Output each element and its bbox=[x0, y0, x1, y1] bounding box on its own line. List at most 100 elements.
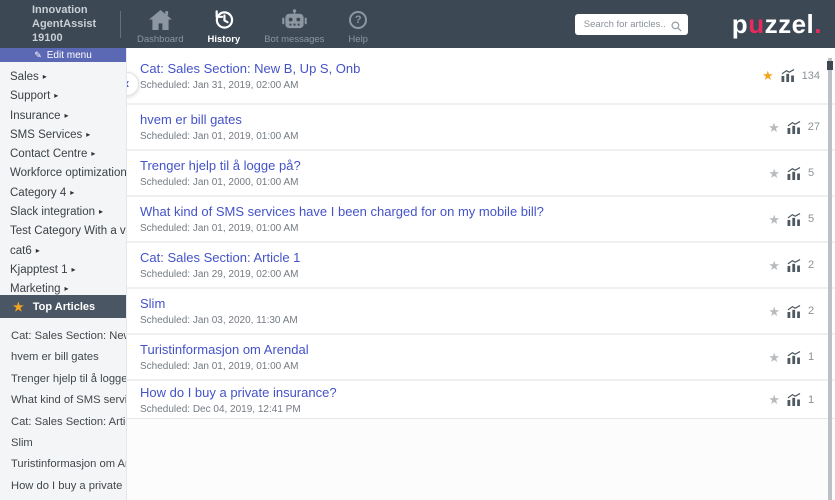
nav-help[interactable]: ? Help bbox=[348, 4, 368, 45]
article-stats: ★5 bbox=[768, 213, 820, 226]
nav-bot-messages[interactable]: Bot messages bbox=[264, 4, 324, 45]
edit-menu-button[interactable]: ✎ Edit menu bbox=[0, 48, 126, 62]
view-count: 2 bbox=[808, 259, 820, 271]
stats-chart-icon bbox=[787, 351, 801, 364]
article-title-link[interactable]: Turistinformasjon om Arendal bbox=[140, 342, 309, 357]
expand-arrow-icon: ▸ bbox=[54, 91, 58, 100]
home-icon bbox=[149, 9, 172, 32]
article-title-link[interactable]: What kind of SMS services have I been ch… bbox=[140, 204, 544, 219]
article-stats: ★2 bbox=[768, 305, 820, 318]
nav-dashboard[interactable]: Dashboard bbox=[137, 4, 183, 45]
category-label: Support bbox=[10, 90, 50, 102]
article-stats: ★5 bbox=[768, 167, 820, 180]
sidebar-category[interactable]: Insurance ▸ bbox=[10, 107, 126, 126]
category-label: cat6 bbox=[10, 245, 32, 257]
sidebar-category[interactable]: Contact Centre▸ bbox=[10, 145, 126, 164]
sidebar-category[interactable]: Workforce optimization▸ bbox=[10, 164, 126, 183]
article-row[interactable]: What kind of SMS services have I been ch… bbox=[127, 197, 835, 243]
favorite-star-icon[interactable]: ★ bbox=[768, 121, 780, 134]
app-title-line1: Innovation AgentAssist bbox=[32, 3, 120, 32]
category-label: Slack integration bbox=[10, 206, 95, 218]
article-info: What kind of SMS services have I been ch… bbox=[140, 204, 544, 234]
top-bar: Innovation AgentAssist 19100 Dashboard H… bbox=[0, 0, 835, 48]
article-title-link[interactable]: Slim bbox=[140, 296, 298, 311]
favorite-star-icon[interactable]: ★ bbox=[768, 259, 780, 272]
article-scheduled: Scheduled: Jan 01, 2019, 01:00 AM bbox=[140, 131, 298, 142]
article-title-link[interactable]: Cat: Sales Section: New B, Up S, Onb bbox=[140, 61, 360, 76]
expand-arrow-icon: ▸ bbox=[65, 111, 69, 120]
category-label: Category 4 bbox=[10, 187, 66, 199]
nav-history[interactable]: History bbox=[207, 4, 240, 45]
main-scrollbar[interactable] bbox=[828, 58, 832, 500]
logo-text: p bbox=[732, 9, 748, 39]
top-article-link[interactable]: Cat: Sales Section: New B, U... bbox=[11, 326, 126, 347]
article-scheduled: Scheduled: Jan 01, 2019, 01:00 AM bbox=[140, 361, 309, 372]
main-scrollbar-thumb[interactable] bbox=[827, 61, 833, 70]
sidebar-category[interactable]: Test Category With a very lo... bbox=[10, 222, 126, 241]
article-stats: ★2 bbox=[768, 259, 820, 272]
top-article-link[interactable]: hvem er bill gates bbox=[11, 347, 126, 368]
article-stats: ★ 134 bbox=[762, 69, 820, 82]
top-article-link[interactable]: Turistinformasjon om Arendal bbox=[11, 454, 126, 475]
sidebar-category[interactable]: Slack integration▸ bbox=[10, 203, 126, 222]
favorite-star-icon[interactable]: ★ bbox=[768, 213, 780, 226]
main-nav: Dashboard History Bot messages ? Help bbox=[137, 4, 368, 45]
article-title-link[interactable]: Trenger hjelp til å logge på? bbox=[140, 158, 301, 173]
top-article-link[interactable]: Slim bbox=[11, 433, 126, 454]
agent-assist-app: Innovation AgentAssist 19100 Dashboard H… bbox=[0, 0, 835, 500]
sidebar-category[interactable]: Support ▸ bbox=[10, 87, 126, 106]
category-label: Marketing bbox=[10, 283, 61, 295]
stats-chart-icon bbox=[787, 167, 801, 180]
article-row[interactable]: Trenger hjelp til å logge på?Scheduled: … bbox=[127, 151, 835, 197]
sidebar-category[interactable]: Marketing ▸ bbox=[10, 280, 126, 295]
article-panel: ‹ Cat: Sales Section: New B, Up S, OnbSc… bbox=[126, 48, 835, 500]
article-row[interactable]: Turistinformasjon om Arendal Scheduled: J… bbox=[127, 335, 835, 381]
favorite-star-icon[interactable]: ★ bbox=[768, 393, 780, 406]
expand-arrow-icon: ▸ bbox=[36, 246, 40, 255]
article-row[interactable]: How do I buy a private insurance? Schedul… bbox=[127, 381, 835, 419]
sidebar-category[interactable]: Sales ▸ bbox=[10, 68, 126, 87]
article-scheduled: Scheduled: Dec 04, 2019, 12:41 PM bbox=[140, 404, 337, 415]
top-article-link[interactable]: Cat: Sales Section: Article 1 bbox=[11, 412, 126, 433]
category-label: Workforce optimization bbox=[10, 167, 126, 179]
view-count: 1 bbox=[808, 394, 820, 406]
favorite-star-icon[interactable]: ★ bbox=[768, 351, 780, 364]
favorite-star-icon[interactable]: ★ bbox=[762, 69, 774, 82]
view-count: 134 bbox=[802, 70, 820, 82]
article-row[interactable]: Cat: Sales Section: Article 1Scheduled: … bbox=[127, 243, 835, 289]
category-label: SMS Services bbox=[10, 129, 82, 141]
logo-accent: u bbox=[748, 9, 764, 39]
stats-chart-icon bbox=[787, 259, 801, 272]
sidebar-category[interactable]: cat6 ▸ bbox=[10, 242, 126, 261]
top-article-link[interactable]: What kind of SMS services h... bbox=[11, 390, 126, 411]
category-label: Contact Centre bbox=[10, 148, 87, 160]
article-row[interactable]: SlimScheduled: Jan 03, 2020, 11:30 AM★2 bbox=[127, 289, 835, 335]
expand-arrow-icon: ▸ bbox=[43, 72, 47, 81]
top-article-link[interactable]: How do I buy a private insur... bbox=[11, 476, 126, 497]
article-title-link[interactable]: hvem er bill gates bbox=[140, 112, 298, 127]
nav-label: Dashboard bbox=[137, 34, 183, 45]
top-articles-title: Top Articles bbox=[33, 301, 95, 313]
category-label: Sales bbox=[10, 71, 39, 83]
article-title-link[interactable]: How do I buy a private insurance? bbox=[140, 385, 337, 400]
top-article-link[interactable]: Trenger hjelp til å logge på? bbox=[11, 369, 126, 390]
sidebar-category[interactable]: SMS Services▸ bbox=[10, 126, 126, 145]
favorite-star-icon[interactable]: ★ bbox=[768, 167, 780, 180]
article-title-link[interactable]: Cat: Sales Section: Article 1 bbox=[140, 250, 300, 265]
favorite-star-icon[interactable]: ★ bbox=[768, 305, 780, 318]
category-label: Insurance bbox=[10, 110, 61, 122]
expand-arrow-icon: ▸ bbox=[72, 265, 76, 274]
article-info: Trenger hjelp til å logge på?Scheduled: … bbox=[140, 158, 301, 188]
sidebar-category[interactable]: Kjapptest 1▸ bbox=[10, 261, 126, 280]
topbar-right: puzzel. bbox=[575, 9, 835, 40]
article-row[interactable]: hvem er bill gates Scheduled: Jan 01, 201… bbox=[127, 105, 835, 151]
chevron-left-icon: ‹ bbox=[126, 75, 130, 92]
history-icon bbox=[213, 9, 235, 32]
search-icon[interactable] bbox=[671, 19, 682, 37]
stats-chart-icon bbox=[787, 305, 801, 318]
expand-arrow-icon: ▸ bbox=[65, 284, 69, 293]
stats-chart-icon bbox=[781, 69, 795, 82]
nav-label: History bbox=[207, 34, 240, 45]
article-row[interactable]: Cat: Sales Section: New B, Up S, OnbSche… bbox=[127, 48, 835, 105]
sidebar-category[interactable]: Category 4▸ bbox=[10, 184, 126, 203]
